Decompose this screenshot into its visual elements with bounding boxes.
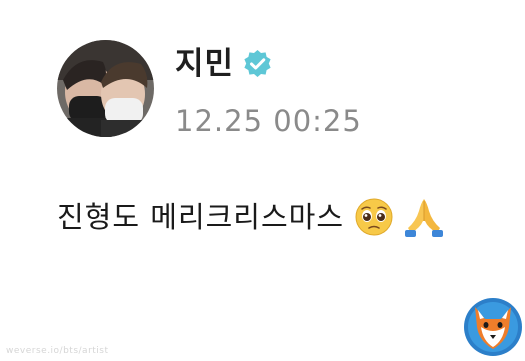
post-timestamp: 12.25 00:25 xyxy=(175,104,362,138)
watermark-text: weverse.io/bts/artist xyxy=(6,346,109,356)
post-card: 지민 12.25 00:25 진형도 메리크리스마스 weverse.io/bt… xyxy=(0,0,525,361)
avatar[interactable] xyxy=(57,40,154,137)
author-name[interactable]: 지민 xyxy=(175,44,234,84)
fox-logo xyxy=(463,297,523,357)
avatar-photo xyxy=(57,40,154,137)
message-text: 진형도 메리크리스마스 xyxy=(57,200,345,234)
folded-hands-icon xyxy=(402,195,446,239)
message-row: 진형도 메리크리스마스 xyxy=(57,195,446,239)
pleading-face-icon xyxy=(354,197,394,237)
verified-check-icon xyxy=(242,49,273,80)
author-row: 지민 xyxy=(175,44,273,84)
